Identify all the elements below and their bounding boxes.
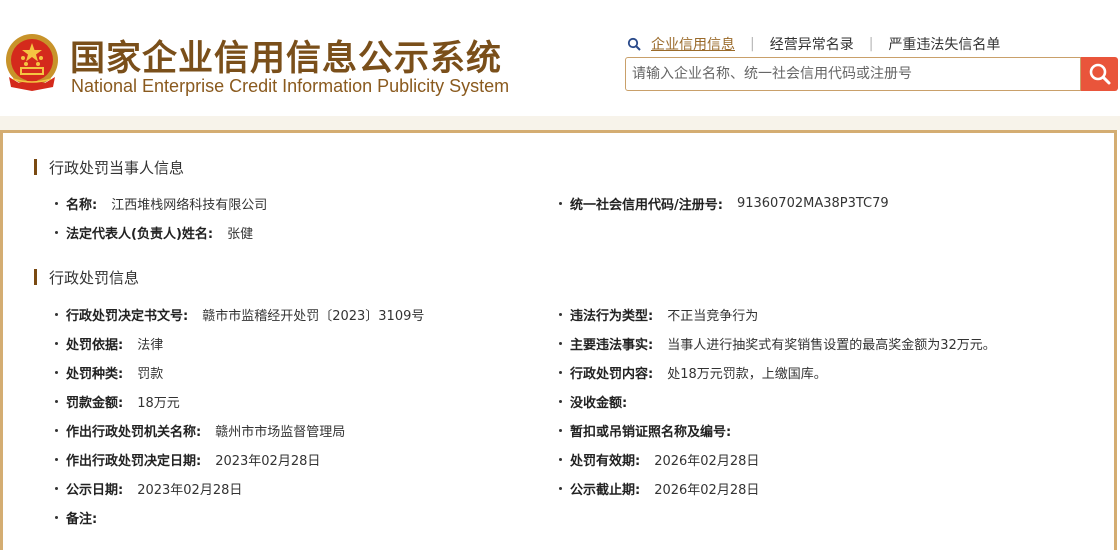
field-penalty-kind: 处罚种类: 罚款 (55, 362, 163, 382)
field-name: 名称: 江西堆栈网络科技有限公司 (55, 193, 267, 213)
search-icon (627, 37, 641, 51)
site-header: 国家企业信用信息公示系统 National Enterprise Credit … (0, 0, 1120, 118)
party-section-title: 行政处罚当事人信息 (34, 157, 184, 177)
field-publicity-date: 公示日期: 2023年02月28日 (55, 478, 242, 498)
search-input[interactable] (625, 57, 1081, 91)
penalty-section-title: 行政处罚信息 (34, 267, 139, 287)
field-fine-amount: 罚款金额: 18万元 (55, 391, 180, 411)
national-emblem-icon (6, 34, 58, 91)
nav-separator: | (868, 36, 874, 52)
search-button[interactable] (1081, 57, 1118, 91)
site-title-en: National Enterprise Credit Information P… (71, 76, 510, 96)
field-license-suspension: 暂扣或吊销证照名称及编号: (559, 420, 745, 440)
section-marker (34, 159, 37, 175)
field-legal-representative: 法定代表人(负责人)姓名: 张健 (55, 222, 253, 242)
top-nav: 企业信用信息 | 经营异常名录 | 严重违法失信名单 (627, 34, 1000, 54)
header-divider-strip (0, 116, 1120, 130)
field-decision-date: 作出行政处罚决定日期: 2023年02月28日 (55, 449, 320, 469)
section-marker (34, 269, 37, 285)
nav-enterprise-credit-info[interactable]: 企业信用信息 (651, 34, 735, 54)
magnifier-icon (1089, 63, 1110, 85)
field-decision-doc-number: 行政处罚决定书文号: 赣市市监稽经开处罚〔2023〕3109号 (55, 304, 424, 324)
field-main-facts: 主要违法事实: 当事人进行抽奖式有奖销售设置的最高奖金额为32万元。 (559, 333, 996, 353)
field-confiscated-amount: 没收金额: (559, 391, 641, 411)
nav-serious-violation-list[interactable]: 严重违法失信名单 (888, 34, 1000, 54)
site-title-cn: 国家企业信用信息公示系统 (70, 39, 503, 79)
field-issuing-authority: 作出行政处罚机关名称: 赣州市市场监督管理局 (55, 420, 345, 440)
field-validity-period: 处罚有效期: 2026年02月28日 (559, 449, 759, 469)
field-penalty-content: 行政处罚内容: 处18万元罚款，上缴国库。 (559, 362, 827, 382)
field-penalty-basis: 处罚依据: 法律 (55, 333, 163, 353)
nav-separator: | (750, 36, 755, 52)
field-publicity-deadline: 公示截止期: 2026年02月28日 (559, 478, 759, 498)
field-credit-code: 统一社会信用代码/注册号: 91360702MA38P3TC79 (559, 193, 889, 213)
nav-abnormal-operation-list[interactable]: 经营异常名录 (770, 34, 854, 54)
field-remark: 备注: (55, 507, 97, 527)
field-violation-type: 违法行为类型: 不正当竞争行为 (559, 304, 758, 324)
